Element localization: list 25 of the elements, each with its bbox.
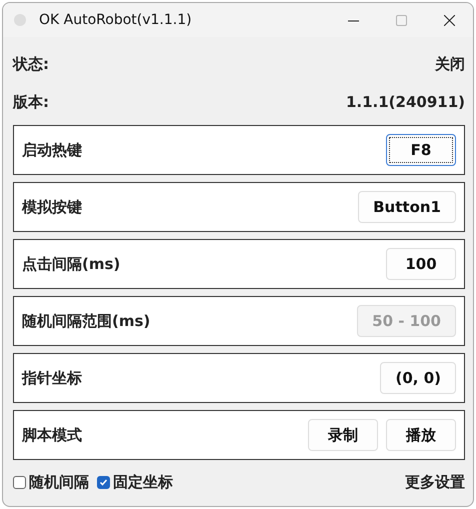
setting-label: 点击间隔(ms)	[22, 254, 120, 274]
setting-label: 脚本模式	[22, 426, 82, 444]
checkbox[interactable]	[97, 476, 110, 488]
more-settings-link[interactable]: 更多设置	[405, 472, 465, 492]
checkbox-label: 随机间隔	[29, 472, 89, 492]
checkbox-label: 固定坐标	[113, 472, 173, 492]
close-icon	[444, 14, 454, 26]
value-button[interactable]: Button1	[358, 191, 456, 223]
setting-label: 指针坐标	[22, 368, 82, 388]
checkmark-icon	[99, 478, 108, 486]
value-button[interactable]: (0, 0)	[380, 362, 456, 394]
value-button[interactable]: 100	[386, 248, 456, 280]
window-title: OK AutoRobot(v1.1.1)	[39, 12, 193, 28]
info-value: 1.1.1(240911)	[346, 93, 465, 111]
mode-button[interactable]: 播放	[386, 419, 456, 451]
checkbox[interactable]	[13, 476, 26, 488]
setting-label: 随机间隔范围(ms)	[22, 312, 150, 330]
maximize-icon	[396, 14, 406, 26]
setting-label: 模拟按键	[22, 198, 82, 216]
info-label: 状态:	[13, 54, 49, 74]
info-value: 关闭	[435, 54, 465, 74]
setting-label: 启动热键	[22, 140, 82, 160]
mode-button[interactable]: 录制	[308, 419, 378, 451]
info-label: 版本:	[13, 92, 49, 112]
value-button[interactable]: F8	[386, 134, 456, 166]
